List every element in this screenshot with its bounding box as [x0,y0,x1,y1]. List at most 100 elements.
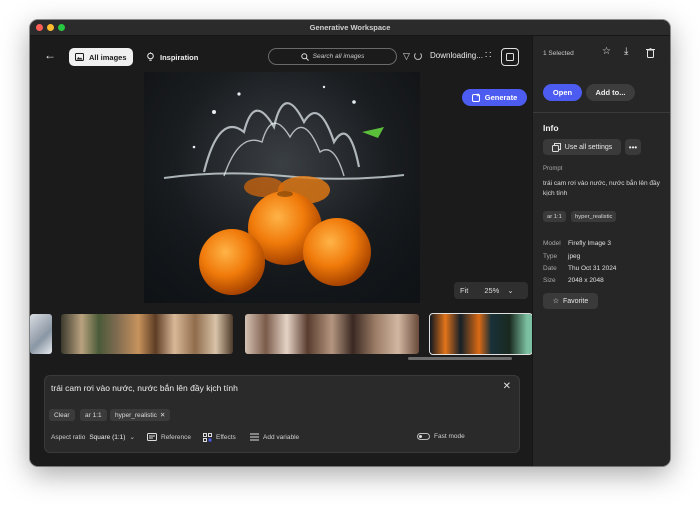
clear-label: Clear [54,411,70,419]
effects-button[interactable]: Effects [203,433,236,442]
settings-icon [551,142,561,152]
meta-key: Model [543,240,561,247]
all-images-label: All images [89,52,127,62]
meta-key: Type [543,253,558,260]
star-icon[interactable]: ☆ [602,46,611,57]
reference-button[interactable]: Reference [147,433,191,441]
main-area: ← All images Inspiration Search all imag… [30,36,533,466]
chip-style[interactable]: hyper_realistic ✕ [110,409,171,421]
meta-key: Size [543,277,556,284]
lightbulb-icon [147,52,154,61]
single-view-button[interactable] [501,48,519,66]
use-all-settings-label: Use all settings [564,143,613,151]
app-window: Generative Workspace ← All images Inspir… [30,20,670,466]
zoom-control[interactable]: Fit 25% ⌄ [454,282,528,299]
thumbnail-group-skincare-1[interactable] [61,314,233,354]
variable-icon [250,433,259,441]
download-icon[interactable]: ⤓ [624,46,628,57]
effects-label: Effects [216,434,236,441]
add-to-label: Add to... [595,88,626,97]
aspect-ratio-label: Aspect ratio [51,433,86,441]
star-icon: ☆ [552,298,559,305]
prompt-input[interactable]: trái cam rơi vào nước, nước bắn lên đầy … [51,383,238,393]
meta-key: Date [543,265,557,272]
minimize-window-button[interactable] [47,24,54,31]
thumbnail[interactable] [30,314,52,354]
grid-icon[interactable]: ∷ [485,50,491,61]
effects-icon [203,433,212,442]
divider [533,112,670,113]
zoom-window-button[interactable] [58,24,65,31]
meta-value: jpeg [568,253,581,260]
info-heading: Info [543,123,559,133]
window-controls [36,24,65,31]
meta-value: Firefly Image 3 [568,240,611,247]
generate-label: Generate [484,93,518,102]
generate-icon [471,93,480,102]
thumbnail-group-oranges[interactable] [429,313,533,355]
back-arrow-icon[interactable]: ← [44,48,56,62]
close-window-button[interactable] [36,24,43,31]
chip-aspect-ratio[interactable]: ar 1:1 [80,409,107,421]
thumbnail-group-skincare-2[interactable] [245,314,419,354]
main-image[interactable] [144,72,420,303]
use-all-settings-button[interactable]: Use all settings [543,139,621,155]
window-title: Generative Workspace [309,23,391,32]
filter-icon[interactable]: ▽ [403,51,410,62]
reference-icon [147,433,157,441]
title-bar: Generative Workspace [30,20,670,36]
all-images-button[interactable]: All images [69,48,133,66]
fast-mode-label: Fast mode [434,433,465,440]
meta-row-type: Type jpeg [543,253,580,260]
download-status: Downloading... [430,51,483,60]
image-icon [75,53,84,61]
search-input[interactable]: Search all images [268,48,397,65]
add-variable-button[interactable]: Add variable [250,433,299,441]
zoom-level: 25% [484,286,500,295]
add-to-button[interactable]: Add to... [586,84,635,101]
fast-mode-toggle[interactable]: Fast mode [417,433,465,440]
chip-label: hyper_realistic [115,411,157,419]
fit-button[interactable]: Fit [460,286,468,295]
open-label: Open [552,88,573,97]
meta-value: Thu Oct 31 2024 [568,265,617,272]
selected-count: 1 Selected [543,50,574,57]
chevron-down-icon[interactable]: ⌄ [507,286,513,295]
meta-row-size: Size 2048 x 2048 [543,277,604,284]
aspect-ratio-value: Square (1:1) [89,433,126,441]
details-panel: 1 Selected ☆ ⤓ Open Add to... Info Use a… [532,36,670,466]
inspiration-label: Inspiration [160,52,199,62]
meta-row-model: Model Firefly Image 3 [543,240,611,247]
orange-splash-image [144,85,420,303]
clear-button[interactable]: Clear [49,409,75,421]
thumbnail-strip [30,311,533,357]
toggle-switch[interactable] [417,433,430,440]
prompt-value: trái cam rơi vào nước, nước bắn lên đầy … [543,180,660,197]
favorite-button[interactable]: ☆ Favorite [543,293,598,309]
search-icon [300,52,309,61]
close-icon[interactable]: ✕ [503,381,511,392]
generate-button[interactable]: Generate [462,89,527,106]
reference-label: Reference [161,433,191,441]
more-icon[interactable]: ••• [625,139,641,155]
chip-remove-icon[interactable]: ✕ [160,411,165,419]
top-bar: ← All images Inspiration Search all imag… [30,36,532,72]
filmstrip-scrollbar[interactable] [408,357,512,360]
spinner-icon [414,52,422,60]
chip-label: ar 1:1 [85,411,102,419]
prompt-box: trái cam rơi vào nước, nước bắn lên đầy … [44,375,520,453]
trash-icon[interactable] [646,48,655,58]
aspect-ratio-select[interactable]: Aspect ratio Square (1:1) ⌄ [51,433,135,442]
search-placeholder: Search all images [312,53,365,60]
prompt-label: Prompt [543,166,563,172]
favorite-label: Favorite [562,297,589,305]
tag-chip: ar 1:1 [543,211,566,222]
meta-row-date: Date Thu Oct 31 2024 [543,265,616,272]
meta-value: 2048 x 2048 [568,277,604,284]
square-icon [506,53,514,61]
add-variable-label: Add variable [263,433,300,441]
open-button[interactable]: Open [543,84,582,101]
tag-chip: hyper_realistic [571,211,617,222]
inspiration-button[interactable]: Inspiration [140,48,204,66]
chevron-down-icon: ⌄ [129,434,135,441]
